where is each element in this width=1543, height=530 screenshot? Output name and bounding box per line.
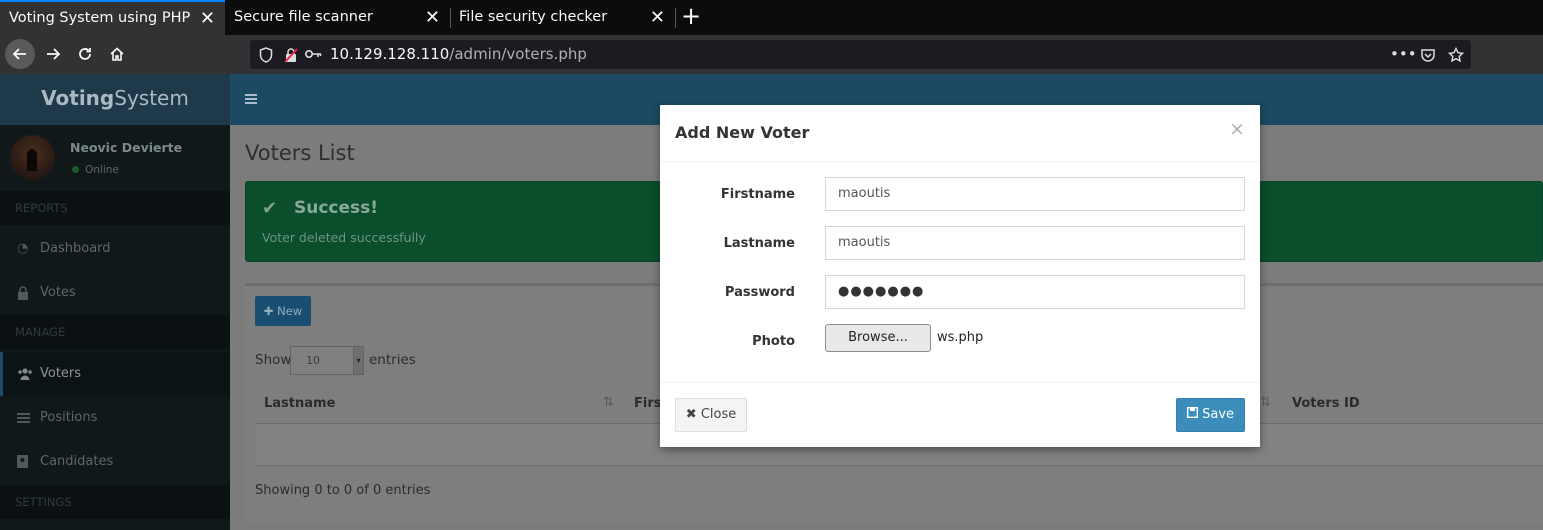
modal-title: Add New Voter xyxy=(675,123,810,142)
table-row-divider xyxy=(255,465,1543,466)
close-icon[interactable]: × xyxy=(1229,118,1245,140)
firstname-field[interactable]: maoutis xyxy=(825,177,1245,211)
entries-value: 10 xyxy=(306,354,320,367)
forward-button[interactable] xyxy=(38,39,68,69)
entries-label: entries xyxy=(369,352,416,368)
avatar xyxy=(10,135,55,180)
users-icon xyxy=(17,352,33,400)
selected-file-name: ws.php xyxy=(937,330,984,345)
arrow-right-icon xyxy=(47,48,61,60)
user-status-text: Online xyxy=(85,164,119,176)
list-icon xyxy=(17,396,30,443)
save-button-label: Save xyxy=(1202,407,1235,422)
table-info: Showing 0 to 0 of 0 entries xyxy=(255,483,431,498)
user-name: Neovic Devierte xyxy=(70,140,183,155)
tab-separator xyxy=(675,8,676,28)
plus-icon: ✚ xyxy=(263,304,274,318)
browser-tab-file-security-checker[interactable]: File security checker ✕ xyxy=(450,0,675,35)
close-button-label: Close xyxy=(700,407,737,422)
tab-title: Voting System using PHP xyxy=(9,10,191,26)
tab-title: Secure file scanner xyxy=(234,9,373,25)
back-button[interactable] xyxy=(5,39,35,69)
pocket-icon[interactable] xyxy=(1420,40,1436,73)
times-icon: ✖ xyxy=(685,407,697,422)
logo-bold: Voting xyxy=(41,86,115,110)
sidebar-item-votes[interactable]: Votes xyxy=(0,271,230,315)
alert-message: Voter deleted successfully xyxy=(262,230,426,245)
home-icon xyxy=(110,47,124,61)
new-tab-button[interactable]: + xyxy=(680,0,702,35)
user-panel: Neovic Devierte Online xyxy=(0,125,230,190)
sidebar-item-label: Votes xyxy=(40,285,76,300)
close-button[interactable]: ✖ Close xyxy=(675,398,747,432)
sidebar-item-positions[interactable]: Positions xyxy=(0,396,230,440)
modal-footer-divider xyxy=(660,382,1260,383)
password-field[interactable]: ●●●●●●● xyxy=(825,275,1245,309)
sidebar-item-dashboard[interactable]: ◔ Dashboard xyxy=(0,227,230,271)
url-text[interactable]: 10.129.128.110/admin/voters.php xyxy=(330,40,587,69)
photo-label: Photo xyxy=(752,334,795,349)
id-card-icon xyxy=(17,440,28,487)
browser-tab-bar: Voting System using PHP ✕ Secure file sc… xyxy=(0,0,1543,35)
sidebar-item-label: Candidates xyxy=(40,454,114,469)
add-voter-modal: Add New Voter × Firstname maoutis Lastna… xyxy=(660,105,1260,447)
entries-select[interactable]: 10 ▾ xyxy=(290,346,364,375)
sidebar-item-voters[interactable]: Voters xyxy=(0,352,230,396)
browser-tab-voting-system[interactable]: Voting System using PHP ✕ xyxy=(0,0,225,35)
save-button[interactable]: Save xyxy=(1176,398,1245,432)
show-label: Show xyxy=(255,352,292,368)
browser-nav-bar: 10.129.128.110/admin/voters.php ••• xyxy=(0,35,1543,74)
sidebar-header-settings: SETTINGS xyxy=(0,485,230,519)
reload-button[interactable] xyxy=(70,39,100,69)
close-tab-icon[interactable]: ✕ xyxy=(200,2,215,35)
arrow-left-icon xyxy=(12,48,26,60)
sort-icon[interactable]: ⇅ xyxy=(603,395,614,410)
app-logo[interactable]: VotingSystem xyxy=(0,74,230,125)
sidebar: Neovic Devierte Online REPORTS ◔ Dashboa… xyxy=(0,125,230,530)
tab-title: File security checker xyxy=(459,9,608,25)
password-label: Password xyxy=(724,285,795,300)
close-tab-icon[interactable]: ✕ xyxy=(425,0,440,35)
insecure-lock-icon[interactable] xyxy=(284,44,298,67)
chevron-down-icon: ▾ xyxy=(353,347,363,374)
more-actions-icon[interactable]: ••• xyxy=(1390,40,1417,69)
shield-icon[interactable] xyxy=(259,44,273,67)
url-bar[interactable]: 10.129.128.110/admin/voters.php ••• xyxy=(250,40,1471,69)
sidebar-item-candidates[interactable]: Candidates xyxy=(0,440,230,484)
url-path: /admin/voters.php xyxy=(449,45,587,63)
key-icon[interactable] xyxy=(304,43,322,66)
online-dot-icon xyxy=(72,166,79,173)
column-header-voters-id[interactable]: Voters ID xyxy=(1292,396,1360,411)
close-tab-icon[interactable]: ✕ xyxy=(650,0,665,35)
new-button-label: New xyxy=(277,304,303,318)
url-host: 10.129.128.110 xyxy=(330,45,450,63)
modal-header-divider xyxy=(660,161,1260,162)
user-status: Online xyxy=(72,164,119,176)
sidebar-header-reports: REPORTS xyxy=(0,191,230,225)
lock-icon xyxy=(17,271,29,319)
browse-button[interactable]: Browse... xyxy=(825,324,931,352)
logo-rest: System xyxy=(114,86,189,110)
browser-tab-secure-file-scanner[interactable]: Secure file scanner ✕ xyxy=(225,0,450,35)
bookmark-star-icon[interactable] xyxy=(1447,40,1465,73)
floppy-disk-icon xyxy=(1186,406,1202,422)
lastname-label: Lastname xyxy=(723,236,795,251)
sort-icon[interactable]: ⇅ xyxy=(1260,395,1271,410)
alert-title: Success! xyxy=(294,198,379,218)
sidebar-item-label: Voters xyxy=(40,366,82,381)
reload-icon xyxy=(79,48,91,60)
sidebar-item-label: Dashboard xyxy=(40,241,111,256)
menu-toggle-icon[interactable] xyxy=(244,90,258,111)
page-title: Voters List xyxy=(245,141,355,165)
check-icon: ✔ xyxy=(262,198,278,219)
column-header-lastname[interactable]: Lastname xyxy=(264,396,335,411)
lastname-field[interactable]: maoutis xyxy=(825,226,1245,260)
home-button[interactable] xyxy=(102,39,132,69)
sidebar-header-manage: MANAGE xyxy=(0,315,230,349)
new-voter-button[interactable]: ✚ New xyxy=(255,296,311,326)
sidebar-item-label: Positions xyxy=(40,410,98,425)
firstname-label: Firstname xyxy=(720,187,795,202)
dashboard-icon: ◔ xyxy=(17,241,29,256)
